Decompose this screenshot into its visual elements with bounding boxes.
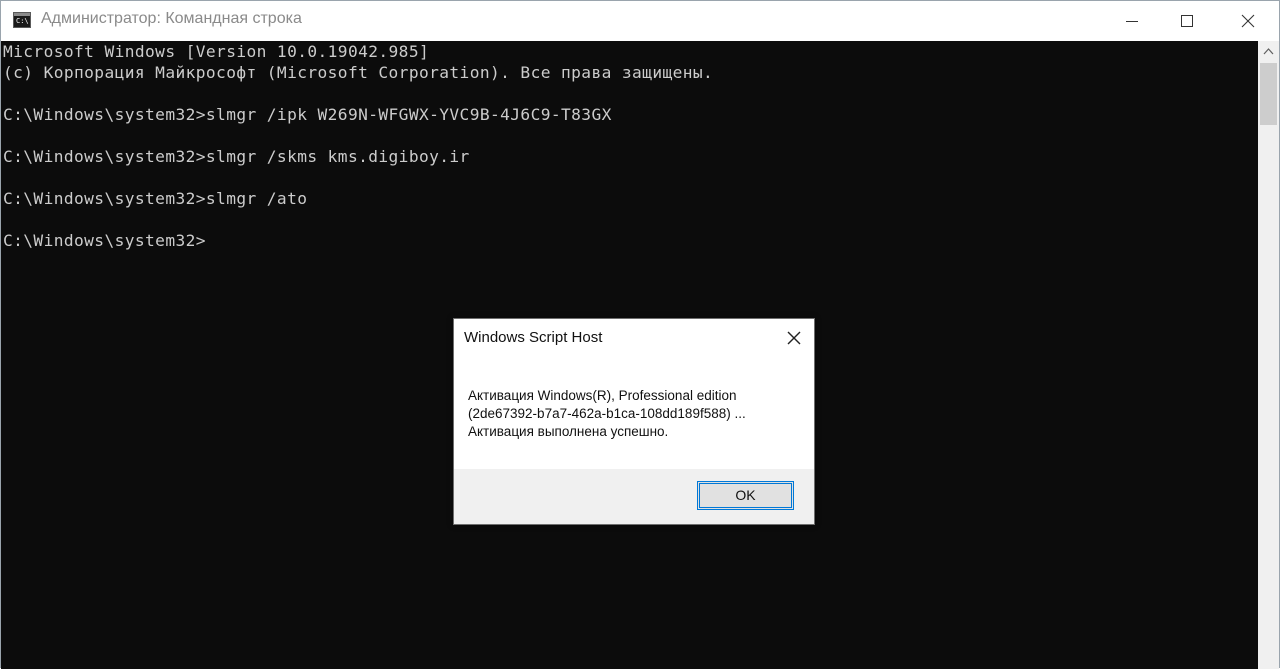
close-icon	[787, 331, 801, 345]
console-line: Microsoft Windows [Version 10.0.19042.98…	[3, 42, 430, 61]
dialog-footer: OK	[454, 469, 814, 524]
vertical-scrollbar[interactable]	[1258, 41, 1279, 669]
app-icon-bar	[14, 13, 30, 16]
ok-button[interactable]: OK	[697, 481, 794, 510]
dialog-close-button[interactable]	[784, 328, 804, 348]
console-line: C:\Windows\system32>slmgr /ipk W269N-WFG…	[3, 105, 612, 124]
dialog-message-line: Активация выполнена успешно.	[468, 424, 669, 439]
minimize-button[interactable]	[1107, 1, 1157, 41]
title-bar[interactable]: C:\ Администратор: Командная строка	[1, 1, 1279, 41]
cmd-window: C:\ Администратор: Командная строка Micr…	[0, 0, 1280, 669]
close-icon	[1241, 14, 1255, 28]
cmd-app-icon[interactable]: C:\	[13, 12, 31, 28]
chevron-up-icon	[1263, 48, 1274, 55]
close-button[interactable]	[1223, 1, 1273, 41]
maximize-button[interactable]	[1162, 1, 1212, 41]
wsh-dialog: Windows Script Host Активация Windows(R)…	[453, 318, 815, 525]
maximize-icon	[1181, 15, 1193, 27]
scroll-thumb[interactable]	[1260, 63, 1277, 125]
console-line: (c) Корпорация Майкрософт (Microsoft Cor…	[3, 63, 714, 82]
console-line: C:\Windows\system32>slmgr /skms kms.digi…	[3, 147, 470, 166]
console-prompt: C:\Windows\system32>	[3, 231, 206, 250]
dialog-message-line: (2de67392-b7a7-462a-b1ca-108dd189f588) .…	[468, 406, 746, 421]
window-title: Администратор: Командная строка	[41, 10, 302, 27]
scroll-up-button[interactable]	[1258, 41, 1279, 61]
console-line: C:\Windows\system32>slmgr /ato	[3, 189, 308, 208]
minimize-icon	[1126, 21, 1138, 22]
app-icon-glyph: C:\	[16, 17, 29, 25]
dialog-title: Windows Script Host	[464, 329, 603, 346]
dialog-message-line: Активация Windows(R), Professional editi…	[468, 388, 737, 403]
